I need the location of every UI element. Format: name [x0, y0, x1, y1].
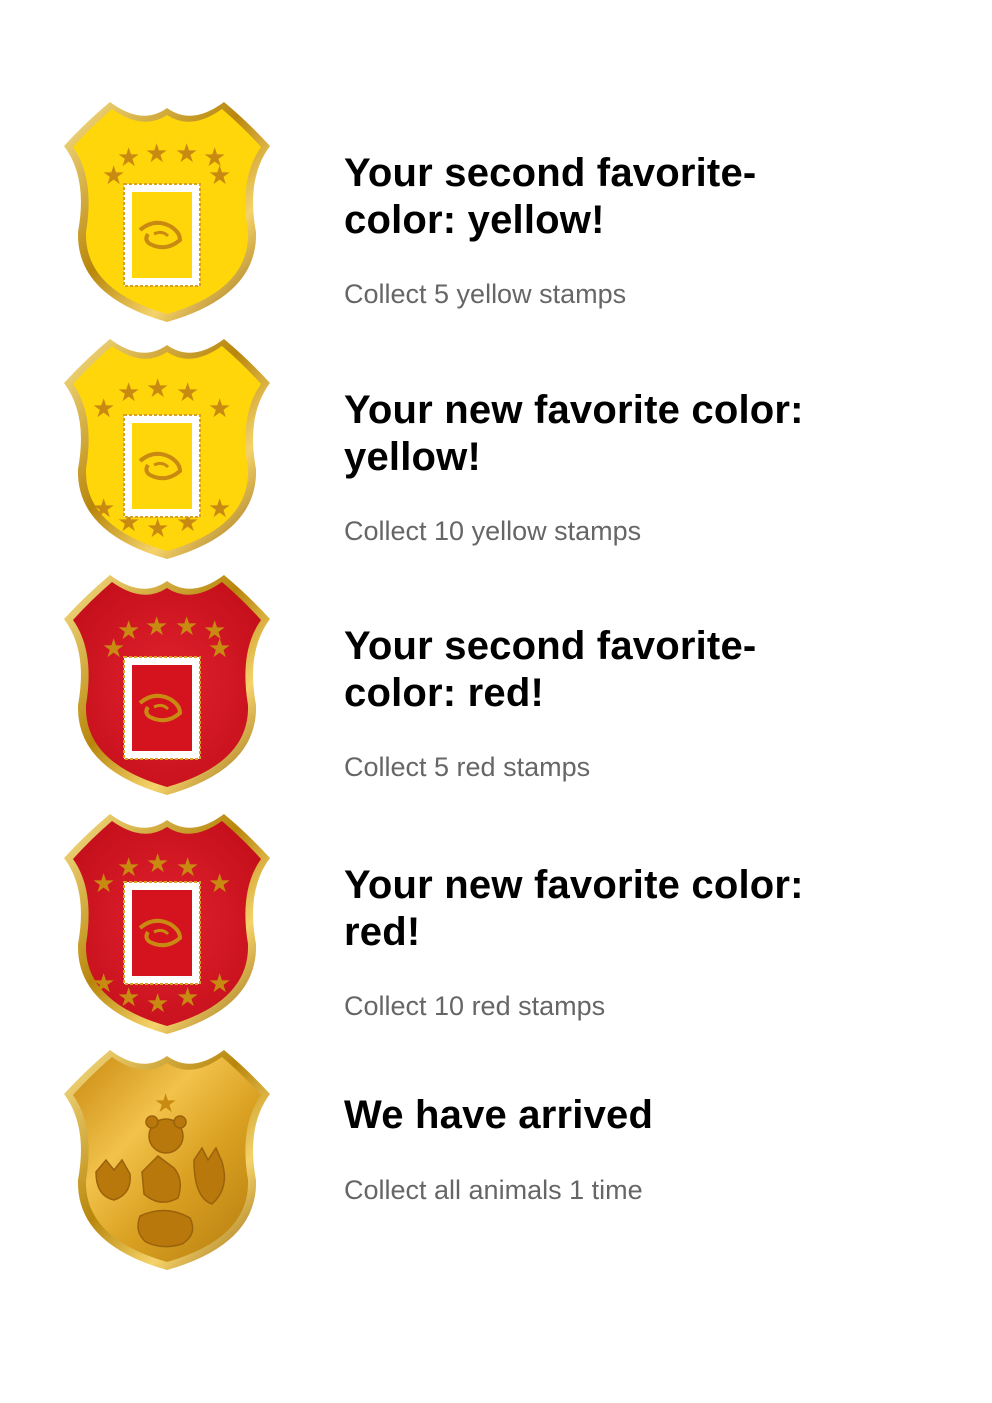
svg-text:★: ★ [208, 969, 231, 999]
svg-text:★: ★ [208, 394, 231, 424]
svg-text:★: ★ [176, 983, 199, 1013]
svg-text:★: ★ [145, 139, 168, 169]
red-stamp-badge-icon: ★ ★ ★ ★ ★ ★ ★ ★ ★ ★ [64, 814, 270, 1034]
svg-text:★: ★ [117, 143, 140, 173]
achievement-description: Collect all animals 1 time [344, 1175, 643, 1205]
svg-text:★: ★ [208, 494, 231, 524]
svg-text:★: ★ [146, 514, 169, 544]
achievement-title: Your new favorite color: red! [344, 863, 804, 954]
svg-text:★: ★ [208, 161, 231, 191]
svg-text:★: ★ [175, 139, 198, 169]
svg-text:★: ★ [92, 869, 115, 899]
svg-text:★: ★ [117, 616, 140, 646]
svg-text:★: ★ [117, 983, 140, 1013]
svg-text:★: ★ [145, 612, 168, 642]
svg-text:★: ★ [146, 374, 169, 404]
svg-text:★: ★ [208, 869, 231, 899]
achievement-list: ★ ★ ★ ★ ★ ★ Your second favorite-color: … [0, 0, 992, 1403]
svg-text:★: ★ [146, 989, 169, 1019]
animals-badge-icon: ★ [64, 1050, 270, 1270]
achievement-item[interactable]: ★ ★ ★ ★ ★ ★ Your second favorite-color: … [0, 573, 992, 809]
achievement-title: Your second favorite-color: red! [344, 624, 757, 715]
achievement-item[interactable]: ★ ★ ★ ★ ★ ★ ★ ★ ★ ★ Your new favorite co… [0, 337, 992, 573]
svg-text:★: ★ [146, 849, 169, 879]
red-stamp-badge-icon: ★ ★ ★ ★ ★ ★ [64, 575, 270, 795]
achievement-title: We have arrived [344, 1093, 654, 1137]
svg-text:★: ★ [92, 969, 115, 999]
yellow-stamp-badge-icon: ★ ★ ★ ★ ★ ★ ★ ★ ★ ★ [64, 339, 270, 559]
achievement-description: Collect 10 yellow stamps [344, 516, 642, 546]
achievement-description: Collect 10 red stamps [344, 991, 606, 1021]
achievement-item[interactable]: ★ ★ ★ ★ ★ ★ ★ ★ ★ ★ Your new favorite co… [0, 812, 992, 1048]
achievement-item[interactable]: ★ We have arrived Collect all animals 1 … [0, 1048, 992, 1284]
achievement-description: Collect 5 red stamps [344, 752, 591, 782]
svg-text:★: ★ [117, 853, 140, 883]
svg-text:★: ★ [154, 1089, 177, 1119]
svg-text:★: ★ [117, 378, 140, 408]
achievement-title: Your second favorite-color: yellow! [344, 151, 757, 242]
yellow-stamp-badge-icon: ★ ★ ★ ★ ★ ★ [64, 102, 270, 322]
svg-text:★: ★ [92, 394, 115, 424]
svg-text:★: ★ [176, 853, 199, 883]
svg-text:★: ★ [92, 494, 115, 524]
achievement-title: Your new favorite color: yellow! [344, 388, 804, 479]
achievement-description: Collect 5 yellow stamps [344, 279, 627, 309]
svg-text:★: ★ [175, 612, 198, 642]
achievement-item[interactable]: ★ ★ ★ ★ ★ ★ Your second favorite-color: … [0, 100, 992, 336]
svg-text:★: ★ [208, 634, 231, 664]
svg-text:★: ★ [176, 378, 199, 408]
